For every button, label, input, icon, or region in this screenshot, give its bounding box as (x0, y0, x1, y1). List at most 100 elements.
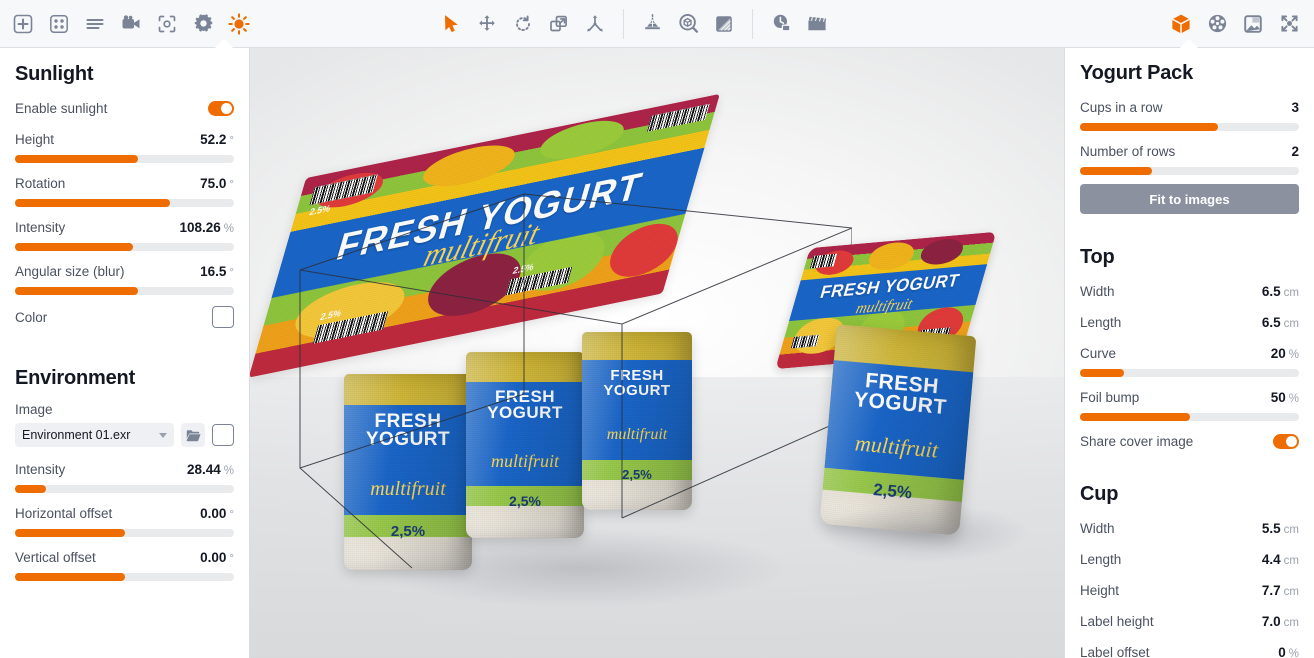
browse-folder-icon[interactable] (181, 423, 205, 447)
environment-intensity-slider[interactable] (15, 485, 234, 493)
foil-bump-slider[interactable] (1080, 413, 1299, 421)
sunlight-panel-pointer (215, 39, 233, 48)
viewport-capture-icon[interactable] (150, 7, 184, 41)
yogurt-pack-properties-panel: Yogurt Pack Cups in a row 3 Number of ro… (1064, 48, 1314, 658)
sunlight-height-value: 52.2 ° (200, 131, 234, 147)
top-width-value: 6.5 cm (1261, 283, 1299, 299)
light-setup-icon[interactable] (635, 7, 669, 41)
toolbar-separator (752, 8, 753, 39)
fit-to-images-button[interactable]: Fit to images (1080, 184, 1299, 214)
select-arrow-icon[interactable] (434, 7, 468, 41)
main-toolbar (0, 0, 1314, 48)
sunlight-intensity-label: Intensity (15, 219, 66, 235)
move-icon[interactable] (470, 7, 504, 41)
sunlight-rotation-row: Rotation 75.0 ° (15, 169, 234, 197)
vertical-offset-slider[interactable] (15, 573, 234, 581)
environment-image-row: Image (15, 398, 234, 420)
angular-size-value: 16.5 ° (200, 263, 234, 279)
single-yogurt-cup-model[interactable]: FRESH YOGURT multifruit FRESHYOGURT mult… (775, 231, 1010, 538)
list-menu-icon[interactable] (78, 7, 112, 41)
add-object-icon[interactable] (6, 7, 40, 41)
horizontal-offset-value: 0.00 ° (200, 505, 234, 521)
pack-reflection (370, 528, 790, 608)
horizontal-offset-label: Horizontal offset (15, 505, 113, 521)
cup-height-value: 7.7 cm (1261, 582, 1299, 598)
number-of-rows-slider[interactable] (1080, 167, 1299, 175)
environment-color-swatch[interactable] (212, 424, 234, 446)
share-cover-image-toggle[interactable] (1273, 433, 1299, 449)
sunlight-color-swatch[interactable] (212, 306, 234, 328)
top-length-row: Length 6.5 cm (1080, 308, 1299, 336)
sunlight-rotation-label: Rotation (15, 175, 66, 191)
sunlight-intensity-slider[interactable] (15, 243, 234, 251)
top-section-title: Top (1080, 246, 1115, 268)
settings-gear-icon[interactable] (186, 7, 220, 41)
sphere-material-icon[interactable] (1200, 7, 1234, 41)
workspace: Sunlight Enable sunlight Height 52.2 ° Ro… (0, 48, 1314, 658)
3d-viewport[interactable]: FRESH YOGURT multifruit 2.5% 2.5% 2.5% F… (250, 48, 1064, 658)
share-cover-image-label: Share cover image (1080, 433, 1194, 449)
distribute-icon[interactable] (578, 7, 612, 41)
top-width-row: Width 6.5 cm (1080, 277, 1299, 305)
foil-bump-label: Foil bump (1080, 389, 1140, 405)
number-of-rows-label: Number of rows (1080, 143, 1176, 159)
scene-grid-icon[interactable] (42, 7, 76, 41)
enable-sunlight-label: Enable sunlight (15, 100, 108, 116)
cup-label-height-value: 7.0 cm (1261, 613, 1299, 629)
cup-width-row: Width 5.5 cm (1080, 514, 1299, 542)
cups-in-a-row-row: Cups in a row 3 (1080, 93, 1299, 121)
inspect-object-icon[interactable] (671, 7, 705, 41)
environment-intensity-value: 28.44% (186, 461, 234, 477)
cup-reflection (820, 503, 1030, 563)
environment-section-title: Environment (15, 367, 136, 389)
scale-icon[interactable] (542, 7, 576, 41)
number-of-rows-value: 2 (1291, 143, 1299, 159)
gradient-material-icon[interactable] (707, 7, 741, 41)
top-curve-value: 20% (1270, 345, 1299, 361)
cube-object-icon[interactable] (1164, 7, 1198, 41)
vertical-offset-label: Vertical offset (15, 549, 96, 565)
sunlight-height-label: Height (15, 131, 55, 147)
enable-sunlight-toggle[interactable] (208, 100, 234, 116)
vertical-offset-row: Vertical offset 0.00 ° (15, 543, 234, 571)
top-length-label: Length (1080, 314, 1122, 330)
render-time-icon[interactable] (764, 7, 798, 41)
cup-label-offset-label: Label offset (1080, 644, 1150, 658)
top-curve-row: Curve 20% (1080, 339, 1299, 367)
animation-clapper-icon[interactable] (800, 7, 834, 41)
environment-intensity-label: Intensity (15, 461, 66, 477)
fit-to-view-icon[interactable] (1272, 7, 1306, 41)
background-image-icon[interactable] (1236, 7, 1270, 41)
top-length-value: 6.5 cm (1261, 314, 1299, 330)
object-panel-pointer (1180, 39, 1198, 48)
environment-image-select[interactable]: Environment 01.exr (15, 423, 174, 447)
yogurt-six-pack-model[interactable]: FRESH YOGURT multifruit 2.5% 2.5% 2.5% (250, 93, 852, 578)
sunlight-intensity-value: 108.26% (179, 219, 234, 235)
viewport-stage: FRESH YOGURT multifruit 2.5% 2.5% 2.5% F… (250, 48, 1064, 658)
application-window: Sunlight Enable sunlight Height 52.2 ° Ro… (0, 0, 1314, 658)
top-curve-slider[interactable] (1080, 369, 1299, 377)
cups-in-a-row-slider[interactable] (1080, 123, 1299, 131)
cup-label-offset-row: Label offset 0% (1080, 638, 1299, 658)
camera-icon[interactable] (114, 7, 148, 41)
sunlight-icon[interactable] (222, 7, 256, 41)
vertical-offset-value: 0.00 ° (200, 549, 234, 565)
sunlight-height-slider[interactable] (15, 155, 234, 163)
cup-label-height-row: Label height 7.0 cm (1080, 607, 1299, 635)
environment-intensity-row: Intensity 28.44% (15, 455, 234, 483)
cup-section-title: Cup (1080, 483, 1119, 505)
cup-height-row: Height 7.7 cm (1080, 576, 1299, 604)
sunlight-rotation-slider[interactable] (15, 199, 234, 207)
horizontal-offset-slider[interactable] (15, 529, 234, 537)
cup-length-value: 4.4 cm (1261, 551, 1299, 567)
enable-sunlight-row: Enable sunlight (15, 94, 234, 122)
cup-label-height-label: Label height (1080, 613, 1154, 629)
rotate-icon[interactable] (506, 7, 540, 41)
environment-image-label: Image (15, 401, 53, 417)
angular-size-row: Angular size (blur) 16.5 ° (15, 257, 234, 285)
angular-size-slider[interactable] (15, 287, 234, 295)
cup-length-label: Length (1080, 551, 1122, 567)
sunlight-section-title: Sunlight (15, 63, 94, 85)
sunlight-height-row: Height 52.2 ° (15, 125, 234, 153)
top-curve-label: Curve (1080, 345, 1117, 361)
